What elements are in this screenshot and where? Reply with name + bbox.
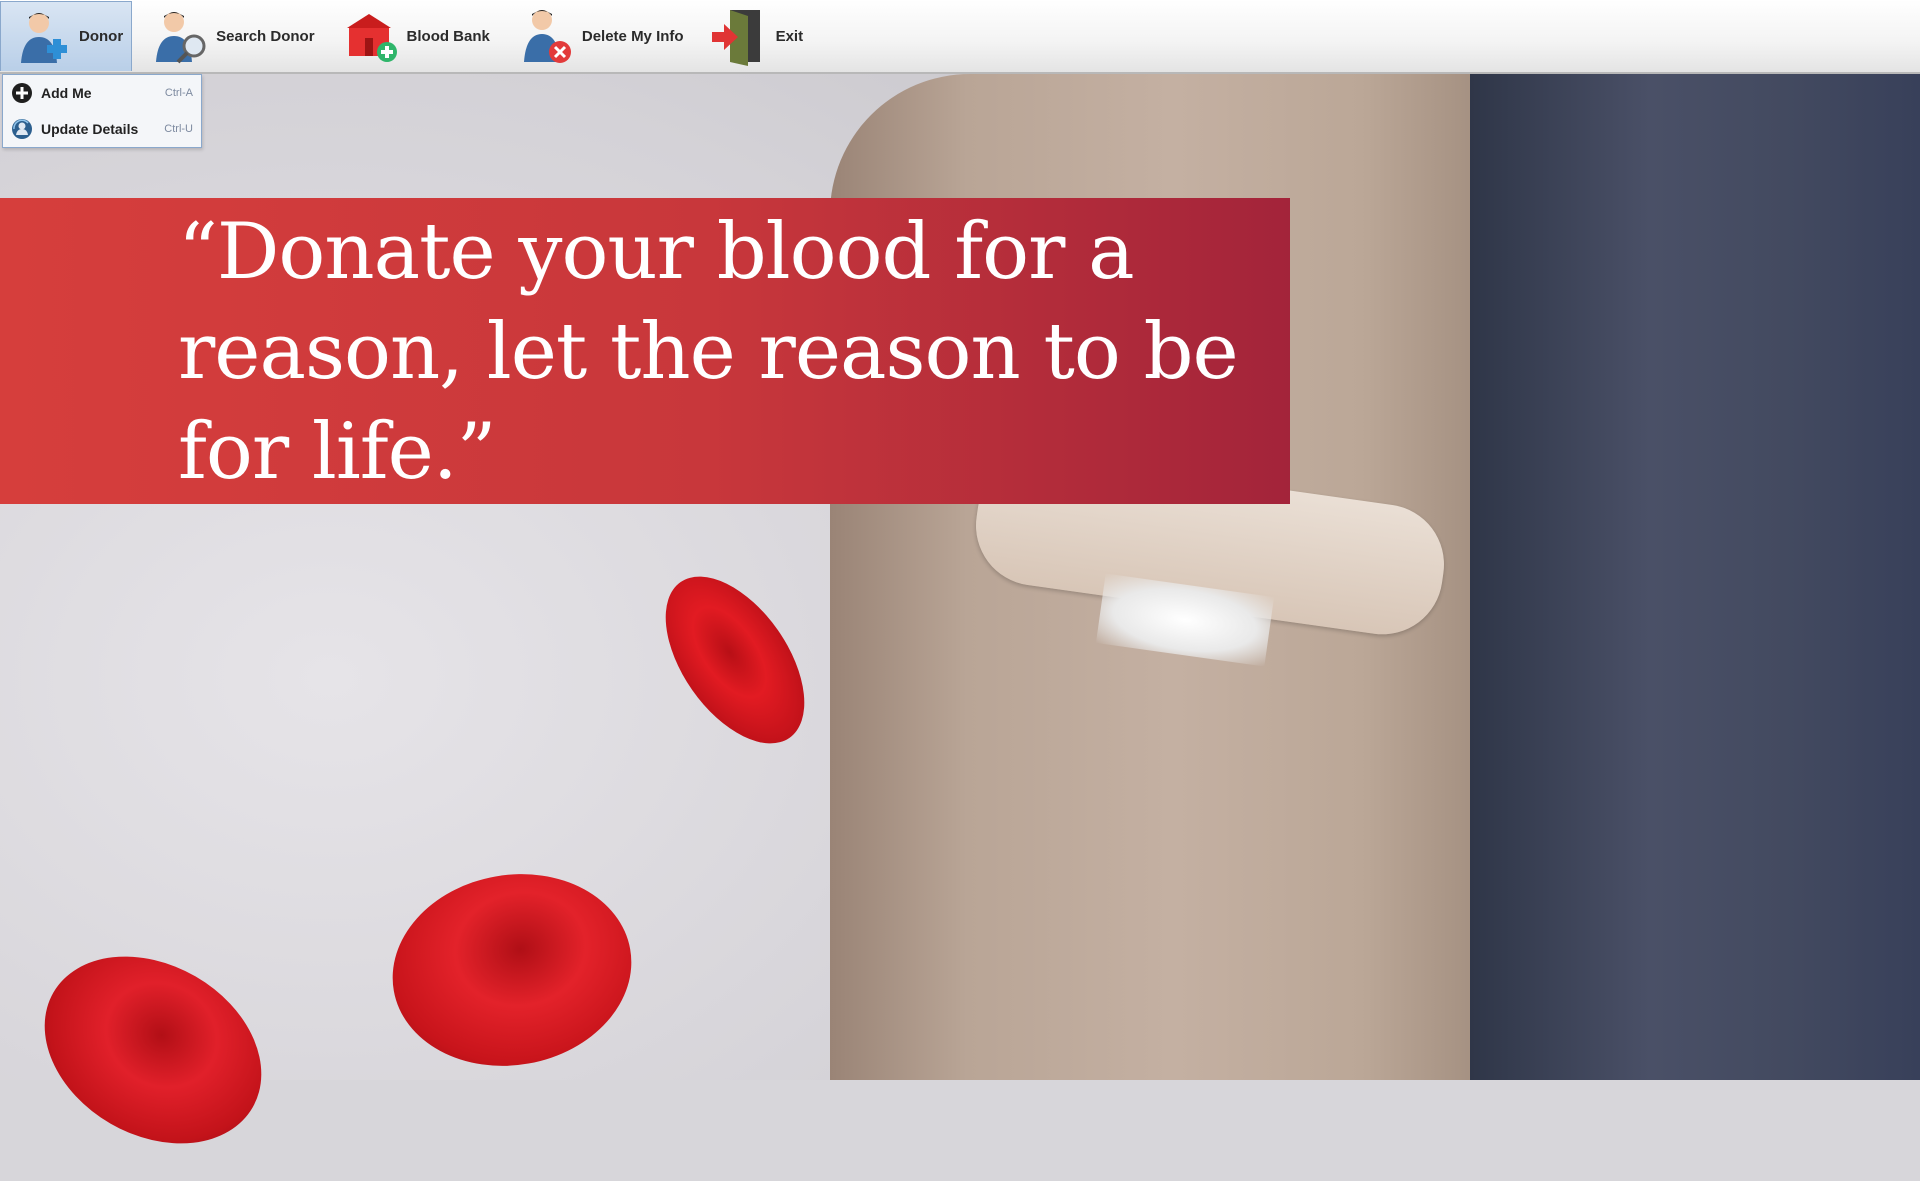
delete-my-info-button[interactable]: Delete My Info (504, 1, 692, 71)
menu-item-add-me[interactable]: Add Me Ctrl-A (3, 75, 201, 111)
blood-bank-label: Blood Bank (406, 27, 490, 45)
menu-item-update-details[interactable]: Update Details Ctrl-U (3, 111, 201, 147)
donor-add-icon (21, 12, 67, 63)
shirt-image (1470, 74, 1920, 1080)
donor-dropdown-menu: Add Me Ctrl-A Update Details Ctrl-U (2, 74, 202, 148)
blood-bank-icon (346, 14, 397, 62)
search-donor-label: Search Donor (216, 27, 315, 45)
search-donor-button[interactable]: Search Donor (138, 1, 322, 71)
update-user-icon (12, 119, 32, 139)
main-toolbar: Donor Search Donor Blood Bank Delete My … (0, 0, 1920, 74)
donor-label: Donor (79, 28, 124, 45)
exit-door-icon (711, 10, 760, 66)
exit-label: Exit (775, 27, 804, 45)
add-me-shortcut: Ctrl-A (164, 87, 193, 99)
update-details-shortcut: Ctrl-U (164, 123, 193, 135)
blood-bank-button[interactable]: Blood Bank (329, 1, 498, 71)
exit-button[interactable]: Exit (698, 1, 812, 71)
donor-button[interactable]: Donor (0, 1, 133, 71)
delete-user-icon (523, 10, 571, 63)
plus-circle-icon (12, 83, 32, 103)
quote-text: “Donate your blood for a reason, let the… (178, 207, 1239, 497)
search-donor-icon (156, 12, 206, 64)
add-me-label: Add Me (41, 85, 92, 101)
quote-banner: “Donate your blood for a reason, let the… (0, 198, 1290, 504)
delete-my-info-label: Delete My Info (581, 27, 684, 45)
update-details-label: Update Details (41, 121, 139, 137)
